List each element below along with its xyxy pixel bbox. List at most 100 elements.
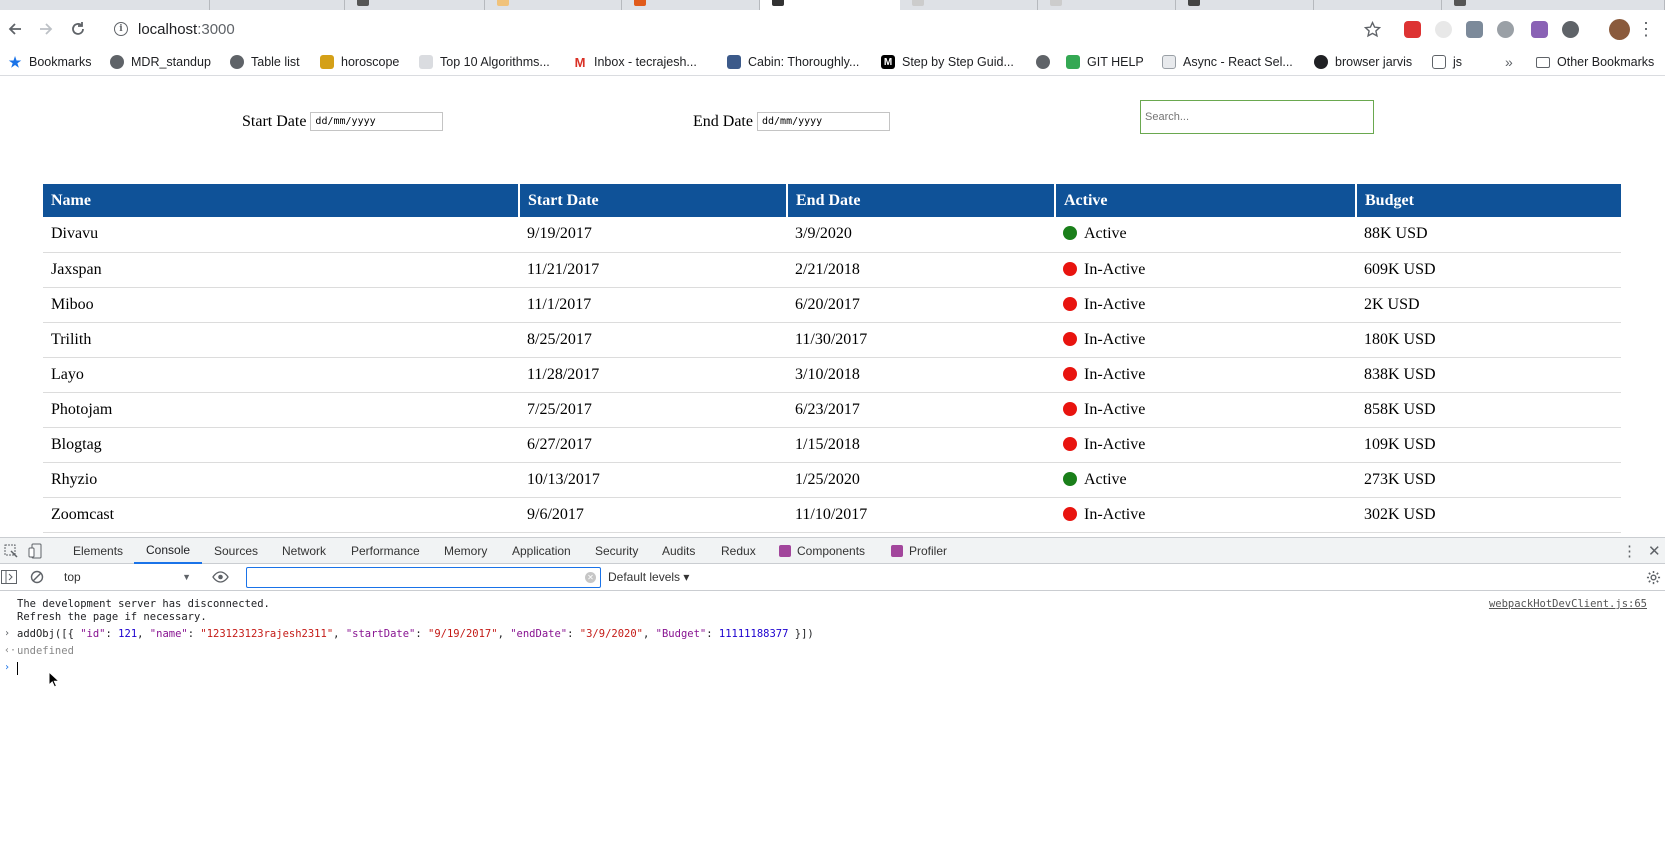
bookmark-label: Other Bookmarks	[1557, 55, 1655, 69]
column-header-name[interactable]: Name	[43, 184, 520, 217]
close-icon[interactable]: ✕	[1648, 542, 1661, 560]
column-header-budget[interactable]: Budget	[1356, 184, 1621, 217]
bookmark-item[interactable]	[1036, 48, 1057, 76]
search-input[interactable]: Search...	[1140, 100, 1374, 134]
column-header-active[interactable]: Active	[1055, 184, 1357, 217]
table-row[interactable]: Rhyzio 10/13/2017 1/25/2020 Active 273K USD	[43, 462, 1621, 498]
context-select[interactable]: top ▼	[64, 568, 195, 586]
devtools-menu-icon[interactable]: ⋮	[1622, 542, 1637, 560]
extension-icon[interactable]	[1562, 21, 1579, 38]
browser-tab-active[interactable]	[760, 0, 900, 10]
clear-filter-icon[interactable]: ✕	[585, 572, 596, 583]
devtools-tab-profiler[interactable]: Profiler	[891, 538, 947, 564]
extension-icon[interactable]	[1466, 21, 1483, 38]
device-toolbar-icon[interactable]	[28, 543, 42, 559]
bookmark-item[interactable]: M Inbox - tecrajesh...	[573, 48, 697, 76]
console-prompt-input[interactable]	[17, 662, 18, 675]
browser-tab[interactable]	[622, 0, 760, 10]
browser-toolbar: i localhost:3000 ⋮	[0, 10, 1665, 48]
devtools-tab-audits[interactable]: Audits	[662, 538, 695, 564]
eye-icon[interactable]	[212, 571, 229, 583]
log-levels-select[interactable]: Default levels ▾	[608, 570, 689, 584]
folder-icon	[1536, 56, 1550, 68]
browser-tab[interactable]	[1442, 0, 1665, 10]
horoscope-icon	[320, 55, 334, 69]
bookmark-item[interactable]: Top 10 Algorithms...	[419, 48, 550, 76]
browser-tab[interactable]	[485, 0, 622, 10]
devtools-tab-security[interactable]: Security	[595, 538, 638, 564]
console-filter-input[interactable]: ✕	[246, 567, 601, 588]
bookmark-item[interactable]: horoscope	[320, 48, 399, 76]
extension-icon[interactable]	[1435, 21, 1452, 38]
devtools-tab-performance[interactable]: Performance	[351, 538, 420, 564]
table-row[interactable]: Layo 11/28/2017 3/10/2018 In-Active 838K USD	[43, 357, 1621, 393]
table-row[interactable]: Divavu 9/19/2017 3/9/2020 Active 88K USD	[43, 217, 1621, 253]
table-header-row: Name Start Date End Date Active Budget	[43, 184, 1621, 217]
extension-icon[interactable]	[1497, 21, 1514, 38]
devtools-tab-application[interactable]: Application	[512, 538, 571, 564]
cell-end-date: 3/10/2018	[787, 357, 1055, 393]
bookmark-item[interactable]: GIT HELP	[1066, 48, 1144, 76]
table-row[interactable]: Trilith 8/25/2017 11/30/2017 In-Active 180K …	[43, 322, 1621, 358]
browser-tab[interactable]	[1314, 0, 1442, 10]
bookmark-item[interactable]: Cabin: Thoroughly...	[727, 48, 859, 76]
extension-icon[interactable]	[1531, 21, 1548, 38]
address-bar[interactable]: i localhost:3000	[104, 14, 1364, 44]
bookmark-item[interactable]: js	[1432, 48, 1462, 76]
star-bookmark-icon[interactable]	[1364, 21, 1381, 38]
browser-tab[interactable]	[1038, 0, 1176, 10]
devtools-tab-memory[interactable]: Memory	[444, 538, 487, 564]
cell-end-date: 6/20/2017	[787, 287, 1055, 323]
end-date-input[interactable]: dd/mm/yyyy	[756, 112, 890, 131]
start-date-input[interactable]: dd/mm/yyyy	[310, 112, 444, 131]
cell-name: Zoomcast	[43, 497, 519, 533]
browser-tab[interactable]	[0, 0, 210, 10]
devtools-tab-redux[interactable]: Redux	[721, 538, 756, 564]
table-row[interactable]: Jaxspan 11/21/2017 2/21/2018 In-Active 609K …	[43, 252, 1621, 288]
status-label: In-Active	[1084, 330, 1146, 348]
arrow-right-icon	[40, 23, 53, 35]
info-icon[interactable]: i	[114, 22, 128, 36]
bookmark-item[interactable]: Table list	[230, 48, 300, 76]
devtools-tab-sources[interactable]: Sources	[214, 538, 258, 564]
table-row[interactable]: Zoomcast 9/6/2017 11/10/2017 In-Active 302K …	[43, 497, 1621, 533]
cell-active: In-Active	[1055, 322, 1356, 358]
browser-tab[interactable]	[210, 0, 345, 10]
other-bookmarks-folder[interactable]: Other Bookmarks	[1536, 48, 1654, 76]
bookmark-item[interactable]: browser jarvis	[1314, 48, 1412, 76]
extension-icon[interactable]	[1404, 21, 1421, 38]
browser-tab[interactable]	[1176, 0, 1314, 10]
devtools-tab-console[interactable]: Console	[134, 538, 203, 564]
more-bookmarks-button[interactable]: »	[1505, 48, 1513, 76]
bookmark-item[interactable]: Async - React Sel...	[1162, 48, 1293, 76]
table-row[interactable]: Miboo 11/1/2017 6/20/2017 In-Active 2K USD	[43, 287, 1621, 323]
sidebar-toggle-icon[interactable]	[1, 570, 17, 584]
forward-button[interactable]	[34, 17, 58, 41]
avatar[interactable]	[1609, 19, 1630, 40]
cell-name: Divavu	[43, 217, 519, 253]
console-source-link[interactable]: webpackHotDevClient.js:65	[1489, 598, 1647, 610]
bookmark-item[interactable]: M Step by Step Guid...	[881, 48, 1014, 76]
cell-active: In-Active	[1055, 427, 1356, 463]
status-label: In-Active	[1084, 435, 1146, 453]
column-header-start-date[interactable]: Start Date	[519, 184, 788, 217]
devtools-tab-network[interactable]: Network	[282, 538, 326, 564]
column-header-end-date[interactable]: End Date	[787, 184, 1056, 217]
devtools-tab-elements[interactable]: Elements	[73, 538, 123, 564]
bookmark-item[interactable]: MDR_standup	[110, 48, 211, 76]
browser-tab[interactable]	[345, 0, 485, 10]
table-row[interactable]: Blogtag 6/27/2017 1/15/2018 In-Active 109K U…	[43, 427, 1621, 463]
back-button[interactable]	[3, 17, 27, 41]
gear-icon[interactable]	[1646, 570, 1661, 585]
console-message-refresh: Refresh the page if necessary.	[17, 611, 207, 623]
clear-console-icon[interactable]	[30, 570, 44, 584]
bookmark-label: Top 10 Algorithms...	[440, 55, 550, 69]
inspect-element-icon[interactable]	[4, 544, 18, 558]
browser-tab[interactable]	[900, 0, 1038, 10]
browser-menu-icon[interactable]: ⋮	[1637, 20, 1655, 38]
bookmark-item[interactable]: ★ Bookmarks	[8, 48, 92, 76]
reload-button[interactable]	[66, 17, 90, 41]
table-row[interactable]: Photojam 7/25/2017 6/23/2017 In-Active 858K …	[43, 392, 1621, 428]
bookmark-label: js	[1453, 55, 1463, 69]
devtools-tab-components[interactable]: Components	[779, 538, 865, 564]
